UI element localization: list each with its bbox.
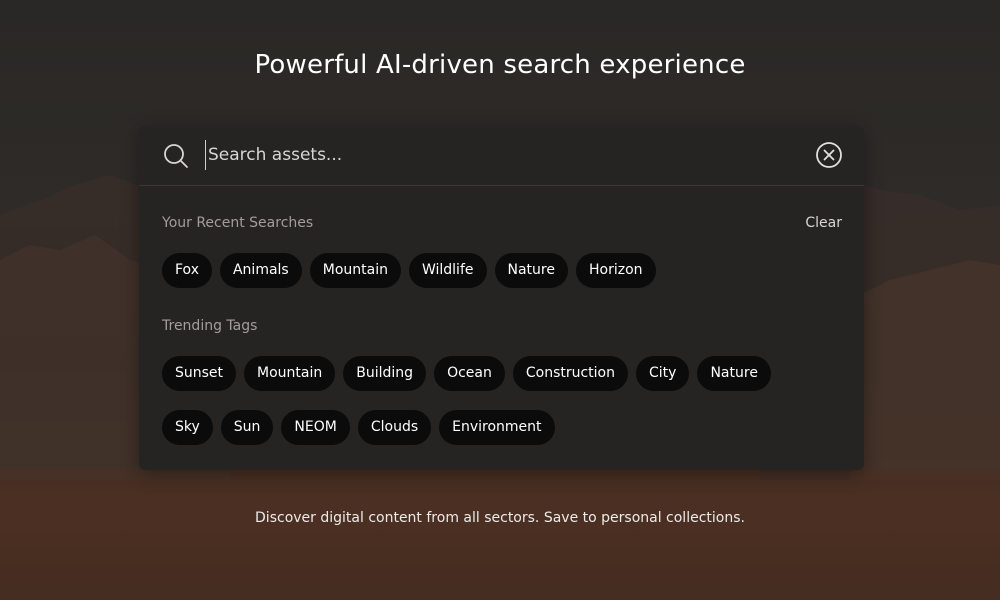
- trending-tag-chip[interactable]: Clouds: [357, 410, 432, 445]
- recent-chip[interactable]: Animals: [219, 253, 302, 288]
- close-circle-icon[interactable]: [815, 141, 843, 169]
- recent-chip[interactable]: Mountain: [309, 253, 401, 288]
- trending-tags-row-2: Sky Sun NEOM Clouds Environment: [162, 410, 555, 445]
- trending-tags-label: Trending Tags: [162, 318, 258, 334]
- search-bar: [139, 126, 864, 186]
- clear-recent-button[interactable]: Clear: [805, 215, 842, 231]
- recent-chip[interactable]: Wildlife: [408, 253, 487, 288]
- page-headline: Powerful AI-driven search experience: [254, 50, 746, 80]
- recent-chip[interactable]: Horizon: [575, 253, 656, 288]
- recent-searches-list: Fox Animals Mountain Wildlife Nature Hor…: [162, 253, 656, 288]
- search-icon: [164, 144, 188, 168]
- page-tagline: Discover digital content from all sector…: [255, 510, 745, 526]
- trending-tag-chip[interactable]: Sunset: [162, 356, 237, 391]
- recent-chip[interactable]: Fox: [162, 253, 212, 288]
- trending-tag-chip[interactable]: Mountain: [244, 356, 336, 391]
- search-input[interactable]: [205, 140, 788, 170]
- trending-tag-chip[interactable]: Sky: [162, 410, 213, 445]
- page-background: Powerful AI-driven search experience You…: [0, 0, 1000, 600]
- trending-tag-chip[interactable]: NEOM: [281, 410, 350, 445]
- recent-chip[interactable]: Nature: [494, 253, 568, 288]
- trending-tag-chip[interactable]: Construction: [512, 356, 628, 391]
- trending-tags-row-1: Sunset Mountain Building Ocean Construct…: [162, 356, 771, 391]
- trending-tag-chip[interactable]: Ocean: [434, 356, 505, 391]
- trending-tag-chip[interactable]: Nature: [697, 356, 771, 391]
- trending-tag-chip[interactable]: Building: [343, 356, 427, 391]
- trending-tag-chip[interactable]: Environment: [439, 410, 555, 445]
- recent-searches-label: Your Recent Searches: [162, 215, 314, 231]
- trending-tag-chip[interactable]: City: [636, 356, 690, 391]
- search-panel: Your Recent Searches Clear Fox Animals M…: [139, 126, 864, 470]
- trending-tag-chip[interactable]: Sun: [220, 410, 274, 445]
